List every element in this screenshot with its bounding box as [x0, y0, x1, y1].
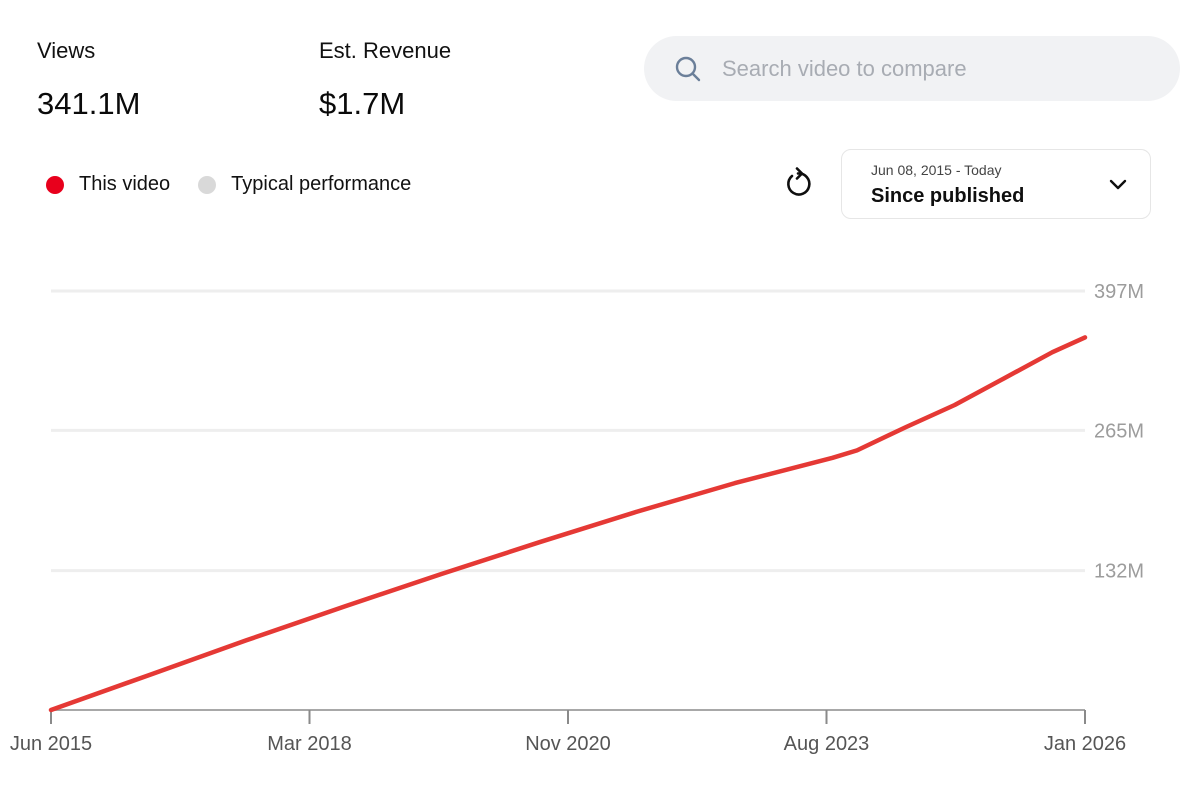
- y-tick-label: 397M: [1094, 281, 1144, 303]
- x-tick-label: Jun 2015: [10, 733, 92, 755]
- views-line-chart: 397M 265M 132M Jun 2015 Mar 2018 Nov 2020 Aug …: [10, 281, 1144, 755]
- x-tick-label: Jan 2026: [1044, 733, 1126, 755]
- series-line-this-video: [48, 335, 1088, 713]
- y-tick-label: 132M: [1094, 561, 1144, 583]
- x-tick-label: Aug 2023: [784, 733, 870, 755]
- x-tick-label: Nov 2020: [525, 733, 611, 755]
- x-tick-label: Mar 2018: [267, 733, 352, 755]
- y-tick-label: 265M: [1094, 420, 1144, 442]
